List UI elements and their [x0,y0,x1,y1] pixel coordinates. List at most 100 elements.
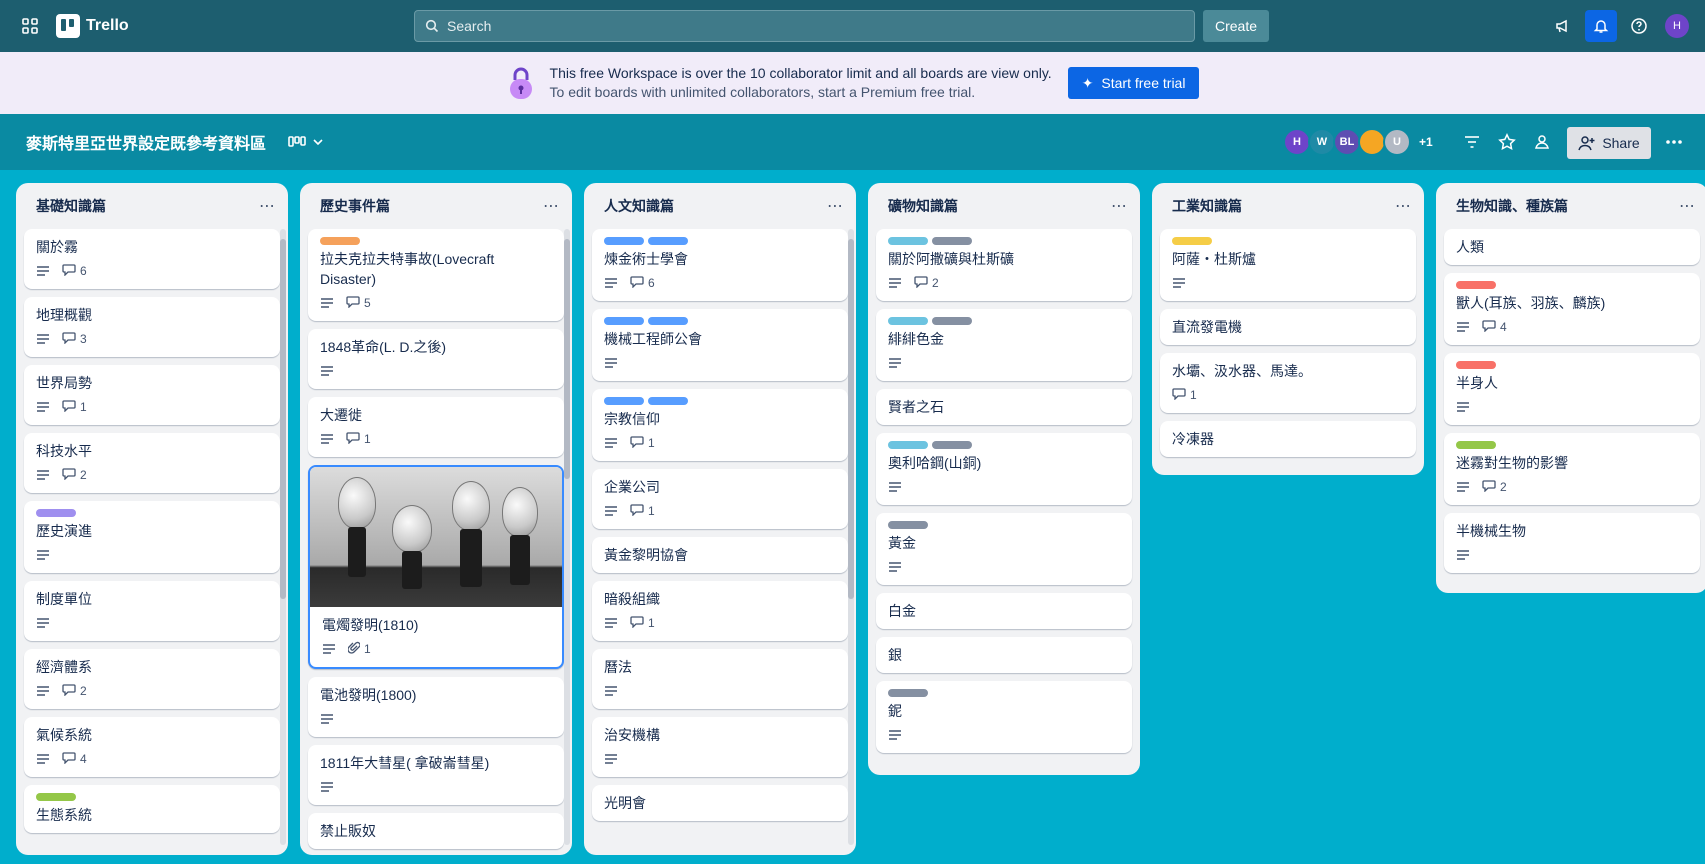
card[interactable]: 人類 [1444,229,1700,265]
card[interactable]: 禁止販奴 [308,813,564,849]
card[interactable]: 曆法 [592,649,848,709]
card-label-teal[interactable] [888,317,928,325]
card[interactable]: 冷凍器 [1160,421,1416,457]
list-scrollbar[interactable] [564,229,570,845]
scrollbar-thumb[interactable] [564,239,570,479]
card[interactable]: 暗殺組織 1 [592,581,848,641]
trello-logo[interactable]: Trello [56,14,129,38]
card[interactable]: 企業公司 1 [592,469,848,529]
account-menu[interactable]: H [1661,10,1693,42]
card[interactable]: 黃金黎明協會 [592,537,848,573]
card[interactable]: 半身人 [1444,353,1700,425]
card[interactable]: 直流發電機 [1160,309,1416,345]
member-avatar[interactable]: H [1283,128,1311,156]
card[interactable]: 地理概觀 3 [24,297,280,357]
card[interactable]: 煉金術士學會 6 [592,229,848,301]
card-label-gray[interactable] [888,521,928,529]
card[interactable]: 電池發明(1800) [308,677,564,737]
card[interactable]: 水壩、汲水器、馬達。 1 [1160,353,1416,413]
card-label-purple[interactable] [36,509,76,517]
card[interactable]: 緋緋色金 [876,309,1132,381]
share-button[interactable]: Share [1567,127,1651,159]
board-menu-icon[interactable] [1660,128,1688,156]
create-button[interactable]: Create [1203,10,1269,42]
card[interactable]: 阿薩・杜斯爐 [1160,229,1416,301]
card[interactable]: 賢者之石 [876,389,1132,425]
card[interactable]: 奧利哈鋼(山銅) [876,433,1132,505]
list-title[interactable]: 生物知識、種族篇 [1456,196,1568,216]
board-view-switcher[interactable] [288,135,324,149]
card-label-blue[interactable] [648,317,688,325]
card[interactable]: 電燭發明(1810) 1 [308,465,564,669]
card[interactable]: 黃金 [876,513,1132,585]
card[interactable]: 關於霧 6 [24,229,280,289]
card-label-gray[interactable] [932,317,972,325]
card-label-blue[interactable] [648,237,688,245]
list-title[interactable]: 礦物知識篇 [888,196,958,216]
card[interactable]: 治安機構 [592,717,848,777]
member-avatar[interactable] [1358,128,1386,156]
card-label-yellow[interactable] [1172,237,1212,245]
card[interactable]: 1848革命(L. D.之後) [308,329,564,389]
notifications-bell-icon[interactable] [1585,10,1617,42]
card-label-blue[interactable] [604,317,644,325]
card-label-orange[interactable] [320,237,360,245]
app-switcher-icon[interactable] [16,12,44,40]
list-title[interactable]: 人文知識篇 [604,196,674,216]
megaphone-icon[interactable] [1547,10,1579,42]
list-scrollbar[interactable] [848,229,854,845]
list-menu-icon[interactable]: ⋯ [827,196,844,216]
member-avatar[interactable]: W [1308,128,1336,156]
card[interactable]: 經濟體系 2 [24,649,280,709]
scrollbar-thumb[interactable] [280,239,286,599]
card[interactable]: 光明會 [592,785,848,821]
search-input[interactable]: Search [414,10,1195,42]
list-title[interactable]: 工業知識篇 [1172,196,1242,216]
card[interactable]: 制度單位 [24,581,280,641]
star-icon[interactable] [1493,128,1521,156]
card-label-green[interactable] [1456,441,1496,449]
card[interactable]: 氣候系統 4 [24,717,280,777]
card[interactable]: 鈮 [876,681,1132,753]
list-menu-icon[interactable]: ⋯ [1111,196,1128,216]
card-label-gray[interactable] [932,237,972,245]
card-label-green[interactable] [36,793,76,801]
card-label-red[interactable] [1456,281,1496,289]
start-free-trial-button[interactable]: ✦ Start free trial [1067,67,1200,99]
card[interactable]: 拉夫克拉夫特事故(Lovecraft Disaster) 5 [308,229,564,321]
card[interactable]: 宗教信仰 1 [592,389,848,461]
card[interactable]: 關於阿撒礦與杜斯礦 2 [876,229,1132,301]
list-menu-icon[interactable]: ⋯ [1395,196,1412,216]
board-members[interactable]: H W BL U +1 [1283,128,1433,156]
extra-members-count[interactable]: +1 [1419,135,1433,149]
workspace-visibility-icon[interactable] [1528,128,1556,156]
card-label-blue[interactable] [648,397,688,405]
card[interactable]: 大遷徙 1 [308,397,564,457]
card-label-teal[interactable] [888,441,928,449]
card[interactable]: 1811年大彗星( 拿破崙彗星) [308,745,564,805]
card[interactable]: 世界局勢 1 [24,365,280,425]
filter-icon[interactable] [1458,128,1486,156]
card-label-gray[interactable] [888,689,928,697]
card-label-blue[interactable] [604,397,644,405]
list-menu-icon[interactable]: ⋯ [1679,196,1696,216]
card[interactable]: 白金 [876,593,1132,629]
list-scrollbar[interactable] [280,229,286,845]
list-menu-icon[interactable]: ⋯ [543,196,560,216]
list-menu-icon[interactable]: ⋯ [259,196,276,216]
scrollbar-thumb[interactable] [848,239,854,599]
card[interactable]: 科技水平 2 [24,433,280,493]
list-title[interactable]: 基礎知識篇 [36,196,106,216]
card-label-red[interactable] [1456,361,1496,369]
card[interactable]: 獸人(耳族、羽族、麟族) 4 [1444,273,1700,345]
card-label-teal[interactable] [888,237,928,245]
card[interactable]: 機械工程師公會 [592,309,848,381]
card[interactable]: 生態系統 [24,785,280,833]
member-avatar[interactable]: BL [1333,128,1361,156]
card[interactable]: 歷史演進 [24,501,280,573]
card-label-blue[interactable] [604,237,644,245]
card[interactable]: 迷霧對生物的影響 2 [1444,433,1700,505]
card[interactable]: 銀 [876,637,1132,673]
member-avatar[interactable]: U [1383,128,1411,156]
board-title[interactable]: 麥斯特里亞世界設定既參考資料區 [26,130,266,154]
